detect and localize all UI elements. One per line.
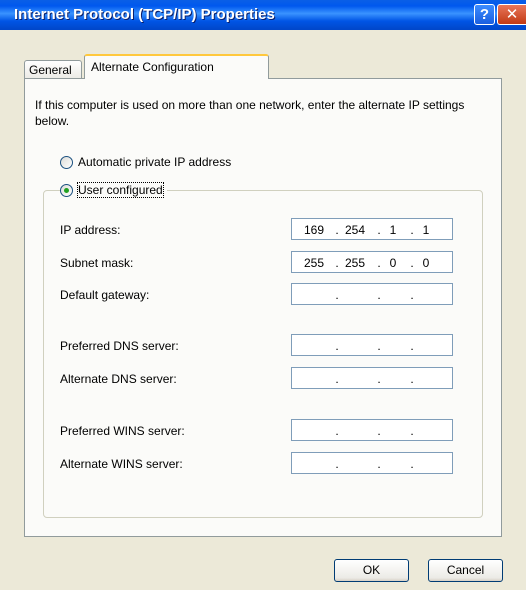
question-mark-icon: ?: [479, 6, 490, 23]
alternate-dns-label: Alternate DNS server:: [60, 372, 177, 386]
ip-octet: 1: [422, 223, 430, 237]
ip-separator: .: [410, 457, 414, 471]
ip-separator: .: [377, 339, 381, 353]
close-icon: ✕: [505, 6, 519, 23]
tab-alternate-configuration[interactable]: Alternate Configuration: [84, 54, 269, 79]
preferred-wins-field[interactable]: . . .: [291, 419, 453, 441]
ip-octet: 169: [303, 223, 325, 237]
ok-button[interactable]: OK: [334, 559, 409, 582]
title-bar[interactable]: Internet Protocol (TCP/IP) Properties ? …: [0, 0, 526, 30]
subnet-mask-label: Subnet mask:: [60, 256, 134, 270]
preferred-dns-field[interactable]: . . .: [291, 334, 453, 356]
default-gateway-field[interactable]: . . .: [291, 283, 453, 305]
ip-address-field[interactable]: 169. 254. 1. 1: [291, 218, 453, 240]
ip-separator: .: [410, 372, 414, 386]
subnet-mask-field[interactable]: 255. 255. 0. 0: [291, 251, 453, 273]
cancel-button[interactable]: Cancel: [428, 559, 503, 582]
ip-octet: 255: [303, 256, 325, 270]
user-configured-radio[interactable]: [60, 183, 73, 197]
ip-octet: 1: [389, 223, 397, 237]
ip-separator: .: [335, 372, 339, 386]
ip-octet: 0: [422, 256, 430, 270]
ip-separator: .: [335, 457, 339, 471]
ip-separator: .: [377, 288, 381, 302]
ip-separator: .: [377, 372, 381, 386]
ip-octet: 254: [344, 223, 366, 237]
alternate-wins-label: Alternate WINS server:: [60, 457, 183, 471]
preferred-dns-label: Preferred DNS server:: [60, 339, 179, 353]
automatic-ip-option[interactable]: Automatic private IP address: [60, 155, 231, 169]
ip-octet: 255: [344, 256, 366, 270]
ip-octet: 0: [389, 256, 397, 270]
ip-separator: .: [377, 424, 381, 438]
ip-separator: .: [410, 339, 414, 353]
dialog-window: Internet Protocol (TCP/IP) Properties ? …: [0, 0, 526, 590]
alternate-wins-field[interactable]: . . .: [291, 452, 453, 474]
automatic-ip-label: Automatic private IP address: [78, 155, 232, 169]
alternate-dns-field[interactable]: . . .: [291, 367, 453, 389]
preferred-wins-label: Preferred WINS server:: [60, 424, 185, 438]
ip-separator: .: [335, 288, 339, 302]
ip-separator: .: [377, 457, 381, 471]
user-configured-label: User configured: [77, 182, 164, 198]
intro-text: If this computer is used on more than on…: [35, 98, 465, 128]
close-button[interactable]: ✕: [497, 4, 526, 25]
help-button[interactable]: ?: [474, 4, 495, 25]
ip-separator: .: [335, 339, 339, 353]
automatic-ip-radio[interactable]: [60, 155, 73, 169]
ip-separator: .: [335, 424, 339, 438]
ip-separator: .: [410, 424, 414, 438]
user-configured-option[interactable]: User configured: [60, 182, 167, 198]
default-gateway-label: Default gateway:: [60, 288, 150, 302]
tab-page: If this computer is used on more than on…: [24, 78, 502, 537]
ip-separator: .: [410, 288, 414, 302]
tab-general[interactable]: General: [24, 60, 82, 78]
window-title: Internet Protocol (TCP/IP) Properties: [14, 6, 275, 23]
ip-address-label: IP address:: [60, 223, 121, 237]
